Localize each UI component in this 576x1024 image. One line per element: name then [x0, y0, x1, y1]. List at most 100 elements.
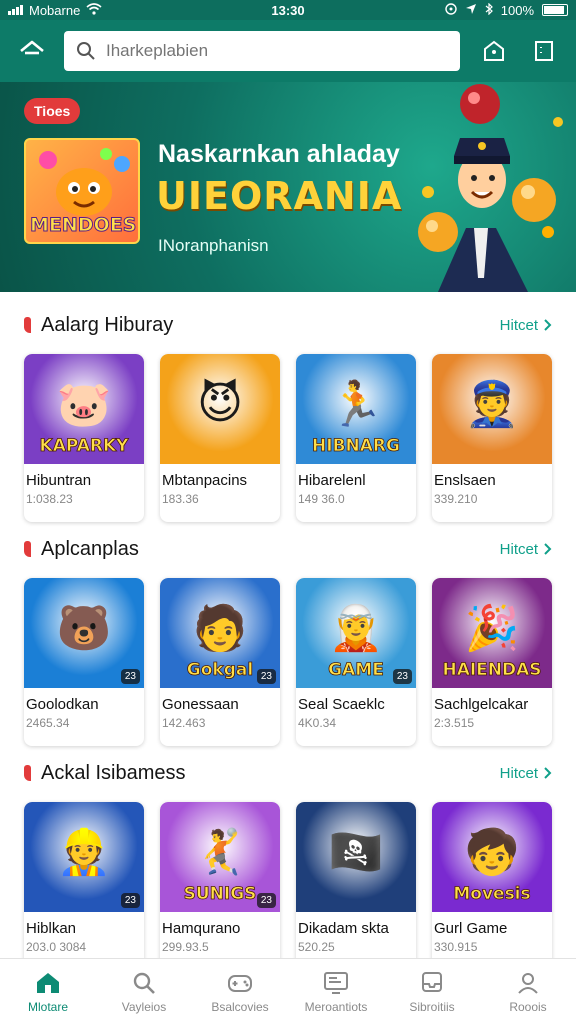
nav-label: Meroantiots [304, 999, 368, 1014]
banner-badge: Tioes [24, 98, 81, 124]
game-character-icon: 👮 [464, 380, 520, 429]
nav-item-home[interactable]: Mlotare [0, 959, 96, 1024]
age-rating-badge: 23 [120, 669, 140, 684]
menu-button[interactable] [526, 33, 562, 69]
game-meta: 203.0 3084 [26, 940, 87, 954]
game-character-icon: 🎉 [464, 604, 520, 653]
search-input[interactable] [106, 41, 436, 61]
notifications-button[interactable] [476, 33, 512, 69]
game-logo-text: HAIENDAS [442, 660, 542, 681]
status-bar: Mobarne 13:30 100% [0, 0, 576, 20]
game-thumbnail[interactable]: 🐻 23 [24, 578, 144, 688]
game-card[interactable]: 🤾 SUNIGS 23 Hamqurano 299.93.5 [160, 802, 280, 970]
game-thumbnail[interactable]: 🧒 Movesis [432, 802, 552, 912]
game-section: Aplcanplas Hitcet 🐻 23 Goolodkan 2465.34 🧑 Gokg… [0, 534, 576, 746]
search-icon [77, 42, 95, 60]
nav-item-inbox[interactable]: Sibroitiis [384, 959, 480, 1024]
game-title: Hibuntran [26, 472, 92, 489]
game-logo-text: Movesis [453, 884, 531, 905]
game-meta: 149 36.0 [298, 492, 345, 506]
game-card[interactable]: 👷 23 Hiblkan 203.0 3084 [24, 802, 144, 970]
game-title: Gurl Game [434, 920, 508, 937]
game-title: Hibarelenl [298, 472, 366, 489]
game-character-icon: 🧝 [328, 604, 384, 653]
nav-label: Mlotare [27, 999, 68, 1014]
game-thumbnail[interactable]: 🤾 SUNIGS 23 [160, 802, 280, 912]
nav-item-monitor[interactable]: Meroantiots [288, 959, 384, 1024]
game-thumbnail[interactable]: 🏃 HIBNARG [296, 354, 416, 464]
signal-icon [8, 5, 23, 15]
game-card[interactable]: 🧑 Gokgal 23 Gonessaan 142.463 [160, 578, 280, 746]
game-card[interactable]: 🏴‍☠️ Dikadam skta 520.25 [296, 802, 416, 970]
bookmark-icon [535, 41, 553, 61]
section-marker-icon [24, 765, 31, 781]
game-meta: 142.463 [162, 716, 206, 730]
game-meta: 2:3.515 [434, 716, 475, 730]
game-card[interactable]: 😈 Mbtanpacins 183.36 [160, 354, 280, 522]
game-character-icon: 🏃 [328, 380, 384, 429]
house-icon [20, 40, 44, 55]
gamepad-icon [226, 970, 254, 996]
nav-label: Sibroitiis [409, 999, 455, 1014]
alarm-icon [445, 2, 457, 18]
home-logo-button[interactable] [14, 33, 50, 69]
game-character-icon: 👷 [56, 828, 112, 877]
section-marker-icon [24, 541, 31, 557]
game-thumbnail[interactable]: 🐷 KAPARKY [24, 354, 144, 464]
game-card[interactable]: 🐷 KAPARKY Hibuntran 1:038.23 [24, 354, 144, 522]
inbox-icon [418, 970, 446, 996]
game-card[interactable]: 🧝 GAME 23 Seal Scaeklc 4K0.34 [296, 578, 416, 746]
see-more-link[interactable]: Hitcet [500, 765, 552, 782]
battery-icon [542, 4, 569, 16]
game-card[interactable]: 🏃 HIBNARG Hibarelenl 149 36.0 [296, 354, 416, 522]
nav-item-gamepad[interactable]: Bsalcovies [192, 959, 288, 1024]
home-icon [34, 970, 62, 996]
profile-icon [514, 970, 542, 996]
game-title: Goolodkan [26, 696, 99, 713]
search-bar[interactable] [64, 31, 460, 71]
section-title: Aplcanplas [41, 537, 139, 560]
see-more-link[interactable]: Hitcet [500, 317, 552, 334]
game-title: Sachlgelcakar [434, 696, 529, 713]
chevron-right-icon [544, 319, 552, 331]
see-more-link[interactable]: Hitcet [500, 541, 552, 558]
game-meta: 299.93.5 [162, 940, 209, 954]
game-title: Gonessaan [162, 696, 239, 713]
game-meta: 2465.34 [26, 716, 70, 730]
game-title: Seal Scaeklc [298, 696, 385, 713]
chevron-right-icon [544, 543, 552, 555]
chevron-right-icon [544, 767, 552, 779]
section-header: Aplcanplas Hitcet [0, 534, 576, 564]
section-header: Ackal Isibamess Hitcet [0, 758, 576, 788]
section-header: Aalarg Hiburay Hitcet [0, 310, 576, 340]
card-row: 🐷 KAPARKY Hibuntran 1:038.23 😈 Mbtanpacins 183… [0, 354, 576, 522]
status-time: 13:30 [271, 2, 305, 18]
game-character-icon: 🧒 [464, 828, 520, 877]
game-card[interactable]: 👮 Enslsaen 339.210 [432, 354, 552, 522]
age-rating-badge: 23 [256, 893, 276, 908]
game-thumbnail[interactable]: 🏴‍☠️ [296, 802, 416, 912]
game-thumbnail[interactable]: 😈 [160, 354, 280, 464]
nav-label: Bsalcovies [211, 999, 269, 1014]
nav-item-profile[interactable]: Rooois [480, 959, 576, 1024]
game-thumbnail[interactable]: 👷 23 [24, 802, 144, 912]
banner-game-thumbnail[interactable]: MENDOES [24, 138, 140, 244]
game-card[interactable]: 🧒 Movesis Gurl Game 330.915 [432, 802, 552, 970]
game-title: Hiblkan [26, 920, 77, 937]
promo-banner[interactable]: Tioes MENDOES Naskarnkan ahladay UIEORAN… [0, 82, 576, 292]
game-card[interactable]: 🎉 HAIENDAS Sachlgelcakar 2:3.515 [432, 578, 552, 746]
game-thumbnail[interactable]: 🎉 HAIENDAS [432, 578, 552, 688]
game-thumbnail[interactable]: 👮 [432, 354, 552, 464]
app-header [0, 20, 576, 82]
game-thumbnail[interactable]: 🧑 Gokgal 23 [160, 578, 280, 688]
card-row: 🐻 23 Goolodkan 2465.34 🧑 Gokgal 23 Gonessaan 142… [0, 578, 576, 746]
game-character-icon: 😈 [197, 379, 243, 428]
game-logo-text: KAPARKY [39, 436, 129, 457]
bluetooth-icon [485, 2, 493, 18]
wifi-icon [86, 2, 102, 18]
banner-subtitle: INoranphanisn [158, 236, 269, 255]
nav-item-search[interactable]: Vayleios [96, 959, 192, 1024]
game-card[interactable]: 🐻 23 Goolodkan 2465.34 [24, 578, 144, 746]
game-thumbnail[interactable]: 🧝 GAME 23 [296, 578, 416, 688]
section-marker-icon [24, 317, 31, 333]
